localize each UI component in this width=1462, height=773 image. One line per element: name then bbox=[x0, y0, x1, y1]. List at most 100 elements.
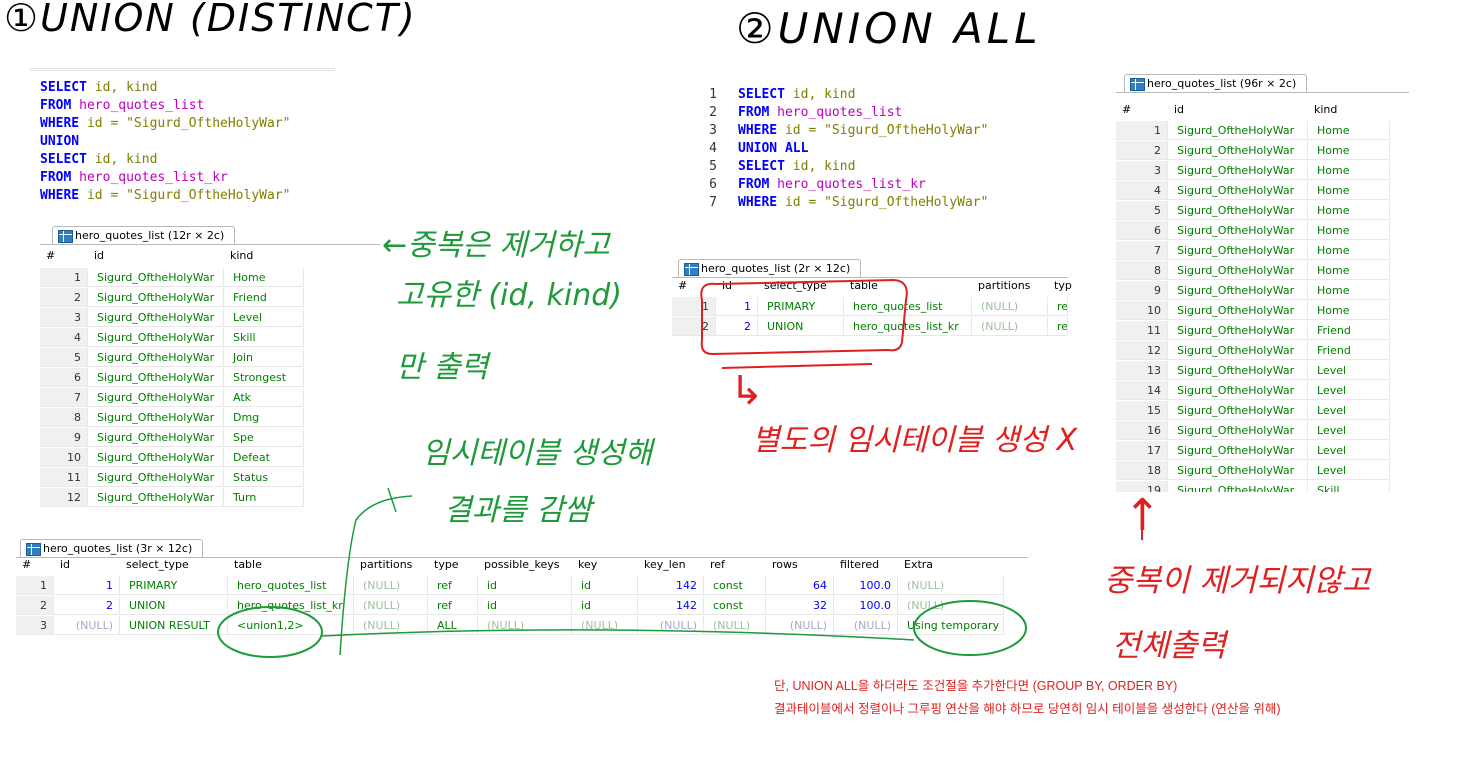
query-editor-union[interactable]: SELECT id, kind FROM hero_quotes_list WHER… bbox=[30, 68, 335, 211]
row-number[interactable]: 7 bbox=[1116, 241, 1168, 260]
table-cell[interactable]: Home bbox=[1308, 281, 1390, 300]
table-cell[interactable]: ALL bbox=[428, 616, 478, 635]
table-cell[interactable]: Turn bbox=[224, 488, 304, 507]
result-grid-union[interactable]: hero_quotes_list (12r × 2c) # id kind 1 Sigur… bbox=[40, 222, 380, 512]
table-cell[interactable]: Sigurd_OftheHolyWar bbox=[88, 428, 224, 447]
table-cell[interactable]: Sigurd_OftheHolyWar bbox=[88, 328, 224, 347]
column-header[interactable]: partitions bbox=[978, 276, 1048, 296]
row-number[interactable]: 1 bbox=[1116, 121, 1168, 140]
table-cell[interactable]: Sigurd_OftheHolyWar bbox=[1168, 261, 1308, 280]
table-cell[interactable]: 32 bbox=[766, 596, 834, 615]
table-cell[interactable]: 100.0 bbox=[834, 596, 898, 615]
table-cell[interactable]: Home bbox=[1308, 141, 1390, 160]
table-cell[interactable]: 64 bbox=[766, 576, 834, 595]
table-cell[interactable]: Sigurd_OftheHolyWar bbox=[1168, 141, 1308, 160]
table-cell[interactable]: Join bbox=[224, 348, 304, 367]
row-number[interactable]: 3 bbox=[40, 308, 88, 327]
row-number[interactable]: 17 bbox=[1116, 441, 1168, 460]
table-cell[interactable]: Friend bbox=[224, 288, 304, 307]
table-cell[interactable]: (NULL) bbox=[766, 616, 834, 635]
table-cell[interactable]: 142 bbox=[638, 576, 704, 595]
row-number[interactable]: 13 bbox=[1116, 361, 1168, 380]
table-cell[interactable]: 1 bbox=[716, 297, 758, 316]
table-cell[interactable]: 142 bbox=[638, 596, 704, 615]
row-number[interactable]: 5 bbox=[40, 348, 88, 367]
row-number[interactable]: 12 bbox=[1116, 341, 1168, 360]
column-header[interactable]: kind bbox=[1314, 100, 1390, 120]
table-cell[interactable]: (NULL) bbox=[972, 317, 1048, 336]
table-cell[interactable]: Level bbox=[1308, 401, 1390, 420]
table-cell[interactable]: Using temporary bbox=[898, 616, 1004, 635]
column-header[interactable]: select_type bbox=[764, 276, 844, 296]
table-cell[interactable]: Sigurd_OftheHolyWar bbox=[1168, 361, 1308, 380]
row-number[interactable]: 5 bbox=[1116, 201, 1168, 220]
table-cell[interactable]: 2 bbox=[716, 317, 758, 336]
table-cell[interactable]: ref bbox=[1048, 297, 1068, 316]
table-cell[interactable]: Sigurd_OftheHolyWar bbox=[1168, 301, 1308, 320]
table-cell[interactable]: (NULL) bbox=[478, 616, 572, 635]
table-cell[interactable]: Level bbox=[1308, 361, 1390, 380]
table-cell[interactable]: Strongest bbox=[224, 368, 304, 387]
table-cell[interactable]: Home bbox=[1308, 201, 1390, 220]
row-number[interactable]: 11 bbox=[1116, 321, 1168, 340]
query-editor-union-all[interactable]: SELECT id, kind 1 FROM hero_quotes_list 2 WH… bbox=[693, 84, 1013, 239]
table-cell[interactable]: Home bbox=[1308, 241, 1390, 260]
table-cell[interactable]: Defeat bbox=[224, 448, 304, 467]
table-cell[interactable]: Sigurd_OftheHolyWar bbox=[88, 288, 224, 307]
row-number[interactable]: 3 bbox=[1116, 161, 1168, 180]
column-header[interactable]: # bbox=[46, 246, 88, 266]
table-cell[interactable]: Sigurd_OftheHolyWar bbox=[1168, 181, 1308, 200]
table-cell[interactable]: Home bbox=[1308, 181, 1390, 200]
table-cell[interactable]: (NULL) bbox=[354, 596, 428, 615]
table-cell[interactable]: (NULL) bbox=[898, 596, 1004, 615]
column-header[interactable]: key bbox=[578, 555, 638, 575]
row-number[interactable]: 9 bbox=[1116, 281, 1168, 300]
column-header[interactable]: filtered bbox=[840, 555, 898, 575]
column-header[interactable]: ref bbox=[710, 555, 766, 575]
table-cell[interactable]: UNION bbox=[758, 317, 844, 336]
table-cell[interactable]: Level bbox=[1308, 381, 1390, 400]
table-cell[interactable]: Sigurd_OftheHolyWar bbox=[1168, 421, 1308, 440]
table-cell[interactable]: Atk bbox=[224, 388, 304, 407]
table-cell[interactable]: Sigurd_OftheHolyWar bbox=[1168, 161, 1308, 180]
table-cell[interactable]: Sigurd_OftheHolyWar bbox=[1168, 221, 1308, 240]
table-cell[interactable]: Sigurd_OftheHolyWar bbox=[88, 448, 224, 467]
table-cell[interactable]: ref bbox=[1048, 317, 1068, 336]
column-header[interactable]: id bbox=[722, 276, 758, 296]
table-cell[interactable]: Status bbox=[224, 468, 304, 487]
table-cell[interactable]: Level bbox=[1308, 421, 1390, 440]
row-number[interactable]: 2 bbox=[40, 288, 88, 307]
row-number[interactable]: 1 bbox=[16, 576, 54, 595]
table-cell[interactable]: UNION bbox=[120, 596, 228, 615]
table-cell[interactable]: 1 bbox=[54, 576, 120, 595]
result-grid-union-all[interactable]: hero_quotes_list (96r × 2c) # id kind 1 Sigur… bbox=[1116, 70, 1409, 492]
table-cell[interactable]: Sigurd_OftheHolyWar bbox=[1168, 121, 1308, 140]
table-cell[interactable]: Sigurd_OftheHolyWar bbox=[88, 408, 224, 427]
column-header[interactable]: select_type bbox=[126, 555, 228, 575]
table-cell[interactable]: Sigurd_OftheHolyWar bbox=[88, 388, 224, 407]
column-header[interactable]: type bbox=[434, 555, 478, 575]
table-cell[interactable]: Level bbox=[1308, 461, 1390, 480]
table-cell[interactable]: Home bbox=[224, 268, 304, 287]
column-header[interactable]: key_len bbox=[644, 555, 704, 575]
table-cell[interactable]: Home bbox=[1308, 161, 1390, 180]
row-number[interactable]: 1 bbox=[672, 297, 716, 316]
table-cell[interactable]: Sigurd_OftheHolyWar bbox=[1168, 461, 1308, 480]
table-cell[interactable]: ref bbox=[428, 596, 478, 615]
table-cell[interactable]: (NULL) bbox=[354, 576, 428, 595]
table-cell[interactable]: (NULL) bbox=[54, 616, 120, 635]
table-cell[interactable]: hero_quotes_list_kr bbox=[844, 317, 972, 336]
table-cell[interactable]: Sigurd_OftheHolyWar bbox=[88, 308, 224, 327]
row-number[interactable]: 1 bbox=[40, 268, 88, 287]
result-tab[interactable]: hero_quotes_list (96r × 2c) bbox=[1124, 74, 1308, 93]
row-number[interactable]: 7 bbox=[40, 388, 88, 407]
table-cell[interactable]: id bbox=[478, 576, 572, 595]
row-number[interactable]: 9 bbox=[40, 428, 88, 447]
column-header[interactable]: id bbox=[94, 246, 224, 266]
row-number[interactable]: 10 bbox=[40, 448, 88, 467]
table-cell[interactable]: hero_quotes_list_kr bbox=[228, 596, 354, 615]
column-header[interactable]: rows bbox=[772, 555, 834, 575]
column-header[interactable]: Extra bbox=[904, 555, 1004, 575]
table-cell[interactable]: Level bbox=[1308, 441, 1390, 460]
column-header[interactable]: # bbox=[678, 276, 716, 296]
